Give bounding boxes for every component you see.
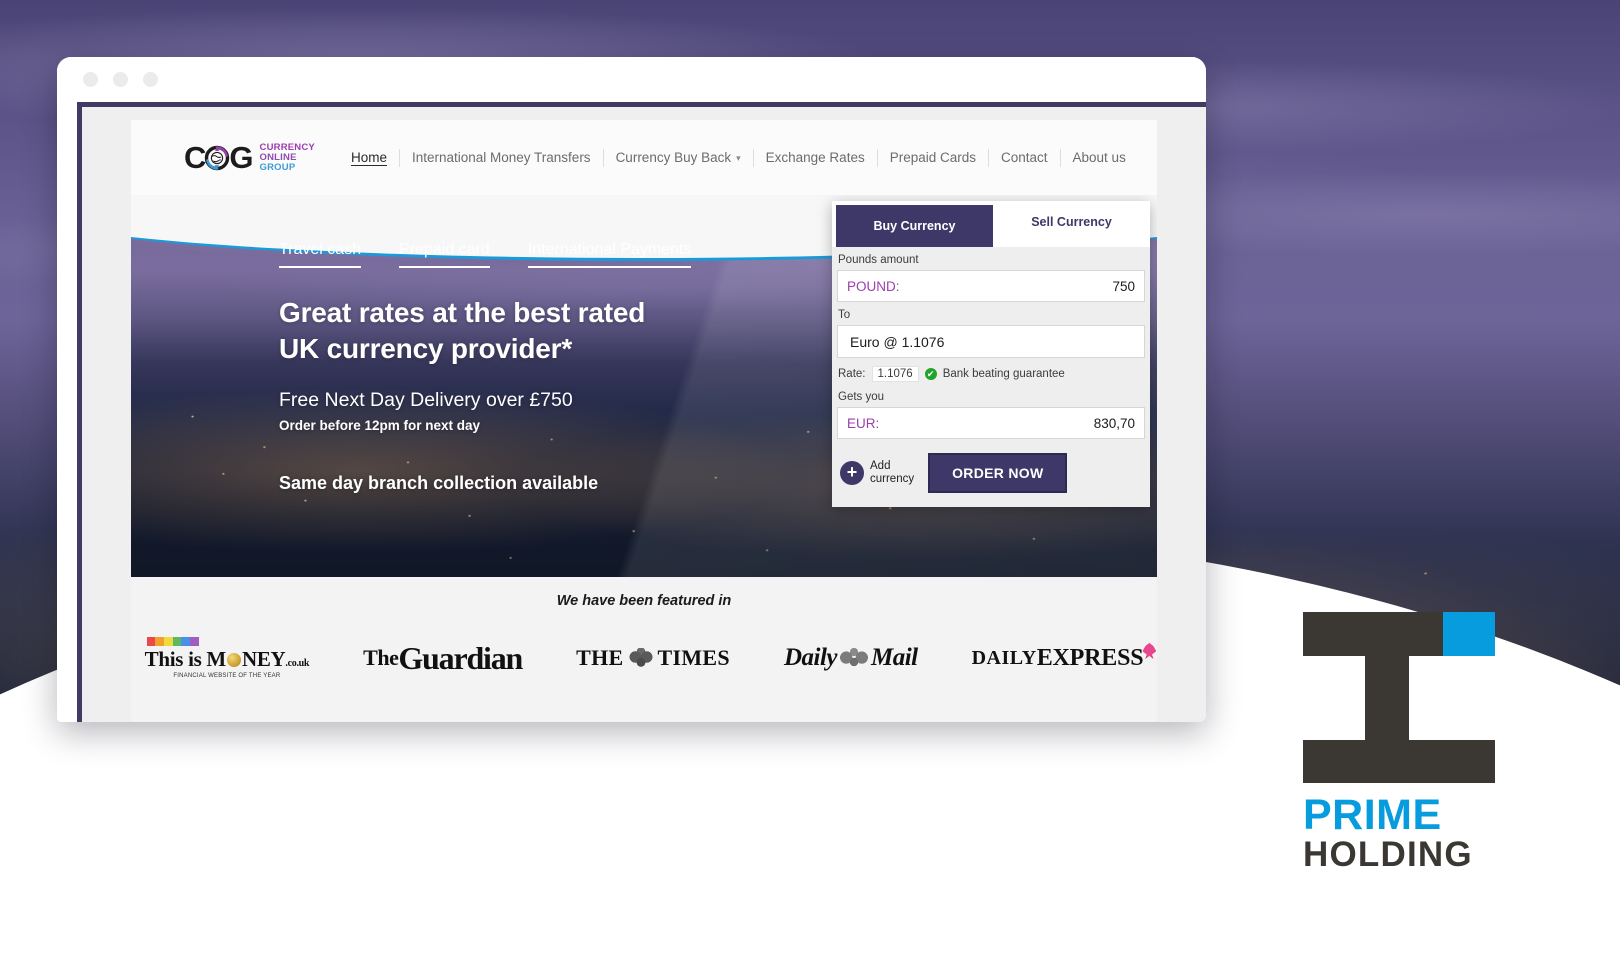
browser-viewport-inner: C G CURRENCY ONLINE GROUP Home Internati… (82, 107, 1206, 722)
featured-in-title: We have been featured in (556, 593, 732, 609)
press-logo-the-guardian[interactable]: The Guardian (363, 639, 523, 676)
to-amount-field[interactable]: EUR: 830,70 (837, 407, 1145, 439)
prime-i-blue-accent (1443, 612, 1495, 656)
from-currency-code: POUND: (847, 278, 900, 294)
add-currency-label: Add currency (870, 460, 914, 486)
from-amount-value: 750 (1112, 278, 1135, 294)
nav-item-international-money-transfers-label: International Money Transfers (411, 149, 591, 165)
from-amount-field[interactable]: POUND: 750 (837, 270, 1145, 302)
to-label: To (838, 309, 851, 321)
converter-actions: + Add currency ORDER NOW (832, 439, 1150, 493)
nav-item-contact[interactable]: Contact (988, 148, 1060, 167)
add-currency-button[interactable]: + Add currency (840, 460, 914, 486)
this-is-money-wordmark: This is M NEY .co.uk (145, 647, 310, 672)
rate-value: 1.1076 (871, 366, 919, 382)
tab-sell-currency[interactable]: Sell Currency (993, 201, 1150, 247)
times-line1: THE (576, 645, 624, 670)
hero-section: Travel cash Prepaid card International P… (131, 195, 1157, 577)
add-currency-label-line2: currency (870, 473, 915, 485)
to-currency-code: EUR: (847, 415, 880, 431)
cog-logo-word-group: GROUP (259, 161, 296, 173)
to-amount-value: 830,70 (1093, 415, 1135, 431)
order-now-button[interactable]: ORDER NOW (928, 453, 1068, 493)
prime-holding-i-mark-icon (1303, 612, 1495, 783)
cog-logo-globe-icon (204, 145, 230, 171)
nav-item-exchange-rates[interactable]: Exchange Rates (752, 148, 877, 167)
bank-beating-guarantee-text: Bank beating guarantee (942, 368, 1065, 380)
featured-in-section: We have been featured in This is M NEY .… (131, 577, 1157, 722)
browser-titlebar (57, 57, 1206, 102)
daily-express-line1: DAILY (971, 646, 1037, 669)
this-is-money-rainbow-bars-icon (146, 637, 199, 646)
globe-arrows-svg (205, 145, 230, 170)
website-page: C G CURRENCY ONLINE GROUP Home Internati… (131, 120, 1157, 722)
press-logo-the-times[interactable]: THE TIMES (576, 645, 730, 671)
window-close-dot[interactable] (83, 72, 98, 87)
guardian-line1: The (363, 645, 399, 671)
prime-holding-subname: HOLDING (1303, 835, 1473, 874)
pounds-amount-label: Pounds amount (838, 254, 919, 266)
nav-item-about-us-label: About us (1072, 149, 1126, 165)
prime-i-bottom-bar (1303, 740, 1495, 783)
screenshot-stage: C G CURRENCY ONLINE GROUP Home Internati… (0, 0, 1620, 972)
daily-express-line2: EXPRESS (1036, 644, 1144, 671)
add-currency-label-line1: Add (870, 460, 891, 473)
nav-item-prepaid-cards-label: Prepaid Cards (889, 149, 976, 165)
nav-item-international-money-transfers[interactable]: International Money Transfers (398, 148, 603, 167)
chevron-down-icon: ▾ (736, 152, 741, 163)
cog-logo-letter-c: C (184, 140, 206, 175)
converter-tabs: Buy Currency Sell Currency (832, 201, 1150, 247)
hero-tab-travel-cash[interactable]: Travel cash (279, 241, 362, 268)
nav-item-contact-label: Contact (1001, 149, 1048, 165)
press-logo-daily-mail[interactable]: Daily Mail (784, 644, 918, 672)
daily-mail-crest-icon (838, 648, 869, 668)
to-currency-select-value: Euro @ 1.1076 (850, 333, 945, 350)
cog-logo-wordmark: CURRENCY ONLINE GROUP (260, 143, 315, 172)
times-line2: TIMES (657, 645, 730, 670)
guardian-line2: Guardian (398, 639, 523, 676)
press-logos: This is M NEY .co.uk FINANCIAL WEBSITE O… (131, 637, 1157, 679)
nav-item-home-label: Home (350, 149, 387, 165)
daily-mail-line1: Daily (783, 644, 838, 671)
this-is-money-tld: .co.uk (285, 658, 310, 669)
rate-label: Rate: (838, 368, 866, 380)
currency-converter-widget: Buy Currency Sell Currency Pounds amount… (832, 201, 1150, 507)
nav-item-currency-buy-back[interactable]: Currency Buy Back ▾ (602, 148, 753, 167)
hero-tab-international-payments[interactable]: International Payments (527, 241, 692, 268)
nav-item-currency-buy-back-label: Currency Buy Back (615, 149, 732, 165)
this-is-money-text: This is M (144, 647, 227, 671)
daily-express-crusader-icon (1142, 642, 1157, 659)
prime-holding-name: PRIME (1303, 791, 1442, 839)
cog-logo[interactable]: C G CURRENCY ONLINE GROUP (184, 142, 315, 173)
nav-item-about-us[interactable]: About us (1059, 148, 1138, 167)
prime-i-stem (1365, 656, 1409, 740)
daily-mail-line2: Mail (870, 644, 918, 671)
prime-i-top-bar (1303, 612, 1443, 656)
press-logo-this-is-money[interactable]: This is M NEY .co.uk FINANCIAL WEBSITE O… (145, 637, 310, 679)
hero-tab-prepaid-card[interactable]: Prepaid card (399, 241, 490, 268)
tab-buy-currency[interactable]: Buy Currency (836, 205, 993, 247)
window-maximize-dot[interactable] (143, 72, 158, 87)
rate-row: Rate: 1.1076 ✔ Bank beating guarantee (832, 358, 1150, 384)
to-currency-select[interactable]: Euro @ 1.1076 (837, 325, 1145, 358)
cog-logo-mark: C G (184, 140, 254, 175)
this-is-money-coin-icon (226, 653, 241, 667)
gets-you-label: Gets you (838, 391, 885, 403)
this-is-money-tagline: FINANCIAL WEBSITE OF THE YEAR (173, 673, 281, 679)
this-is-money-text2: NEY (241, 647, 286, 671)
nav-item-prepaid-cards[interactable]: Prepaid Cards (876, 148, 988, 167)
window-minimize-dot[interactable] (113, 72, 128, 87)
press-logo-daily-express[interactable]: DAILY EXPRESS (971, 642, 1157, 671)
browser-viewport-frame: C G CURRENCY ONLINE GROUP Home Internati… (77, 102, 1206, 722)
main-nav: Home International Money Transfers Curre… (351, 145, 1138, 171)
nav-item-exchange-rates-label: Exchange Rates (765, 149, 865, 165)
plus-circle-icon: + (840, 461, 864, 485)
nav-item-home[interactable]: Home (351, 149, 399, 167)
site-header: C G CURRENCY ONLINE GROUP Home Internati… (131, 120, 1157, 195)
check-circle-icon: ✔ (924, 368, 937, 380)
browser-window: C G CURRENCY ONLINE GROUP Home Internati… (57, 57, 1206, 722)
cog-logo-letter-g: G (229, 140, 253, 175)
prime-holding-logo: PRIME HOLDING (1303, 612, 1495, 874)
times-crest-icon (627, 648, 654, 668)
